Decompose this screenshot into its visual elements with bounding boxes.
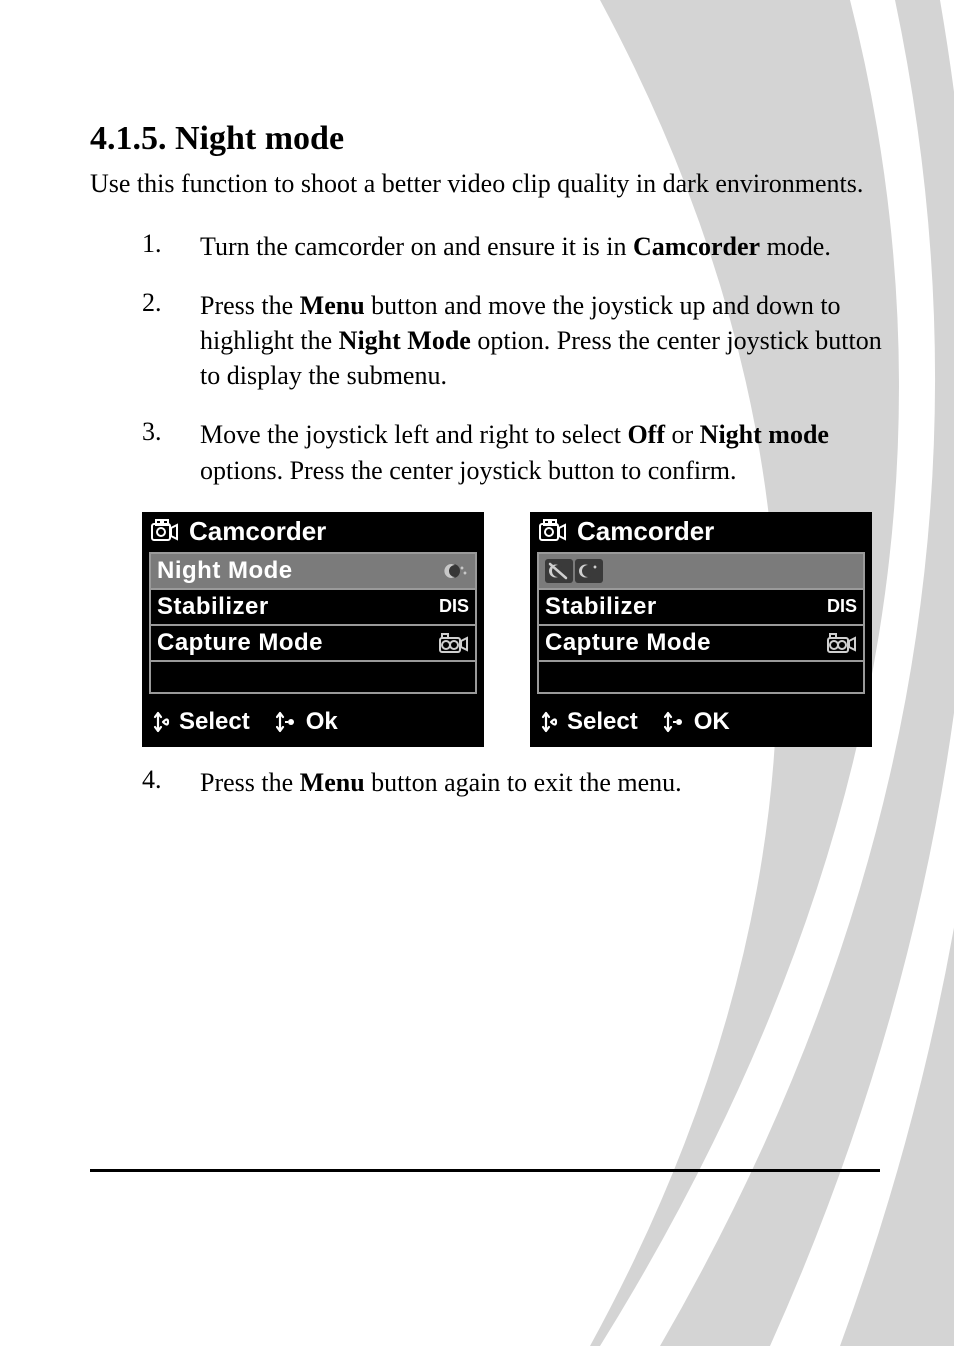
footer-ok-label: OK <box>694 708 730 736</box>
menu-item[interactable]: Capture Mode <box>539 626 863 662</box>
joystick-updown-icon <box>539 711 561 733</box>
night-mode-options <box>545 559 603 583</box>
menu-item-list: Night Mode Stabilizer DIS Capture Mode <box>149 552 477 694</box>
menu-item-list: Stabilizer DIS Capture Mode <box>537 552 865 694</box>
menu-item-label: Stabilizer <box>545 593 657 621</box>
menu-title-text: Camcorder <box>189 516 326 547</box>
menu-titlebar: Camcorder <box>531 513 871 552</box>
capture-mode-icon <box>827 632 857 654</box>
page-content: 4.1.5. Night mode Use this function to s… <box>90 120 890 824</box>
menu-titlebar: Camcorder <box>143 513 483 552</box>
intro-paragraph: Use this function to shoot a better vide… <box>90 166 890 201</box>
step-number: 2. <box>142 288 200 393</box>
step-3: 3. Move the joystick left and right to s… <box>142 417 890 487</box>
joystick-center-icon <box>664 711 688 733</box>
step-text: Press the Menu button again to exit the … <box>200 765 682 800</box>
step-number: 1. <box>142 229 200 264</box>
heading-number: 4.1.5. <box>90 120 167 157</box>
footer-select: Select <box>151 708 250 736</box>
menu-item-value: DIS <box>827 596 857 617</box>
joystick-updown-icon <box>151 711 173 733</box>
menu-item[interactable] <box>151 662 475 692</box>
menu-item-label: Night Mode <box>157 557 293 585</box>
footer-select-label: Select <box>179 708 250 736</box>
step-text: Move the joystick left and right to sele… <box>200 417 890 487</box>
step-list: 1. Turn the camcorder on and ensure it i… <box>142 229 890 488</box>
footer-ok: Ok <box>276 708 338 736</box>
step-text: Turn the camcorder on and ensure it is i… <box>200 229 831 264</box>
menu-item[interactable] <box>539 662 863 692</box>
capture-mode-icon <box>439 632 469 654</box>
camcorder-icon <box>151 519 179 543</box>
step-number: 3. <box>142 417 200 487</box>
menu-item-label: Stabilizer <box>157 593 269 621</box>
menu-item-label: Capture Mode <box>545 629 711 657</box>
footer-ok-label: Ok <box>306 708 338 736</box>
screenshot-row: Camcorder Night Mode Stabilizer DIS Captur… <box>142 512 890 747</box>
step-text: Press the Menu button and move the joyst… <box>200 288 890 393</box>
footer-rule <box>90 1169 880 1172</box>
menu-footer: Select Ok <box>143 700 483 746</box>
step-2: 2. Press the Menu button and move the jo… <box>142 288 890 393</box>
menu-item-value: DIS <box>439 596 469 617</box>
heading-title: Night mode <box>175 120 344 157</box>
menu-title-text: Camcorder <box>577 516 714 547</box>
step-number: 4. <box>142 765 200 800</box>
footer-ok: OK <box>664 708 730 736</box>
menu-footer: Select OK <box>531 700 871 746</box>
menu-item[interactable]: Stabilizer DIS <box>539 590 863 626</box>
night-on-icon <box>575 559 603 583</box>
camcorder-menu-right: Camcorder Stabilizer DIS Capture Mode <box>530 512 872 747</box>
menu-item[interactable]: Stabilizer DIS <box>151 590 475 626</box>
menu-item-label: Capture Mode <box>157 629 323 657</box>
night-mode-icon <box>443 560 469 582</box>
camcorder-icon <box>539 519 567 543</box>
step-1: 1. Turn the camcorder on and ensure it i… <box>142 229 890 264</box>
footer-select: Select <box>539 708 638 736</box>
step-4: 4. Press the Menu button again to exit t… <box>142 765 890 800</box>
menu-item[interactable] <box>539 554 863 590</box>
step-list-after: 4. Press the Menu button again to exit t… <box>142 765 890 800</box>
menu-item[interactable]: Night Mode <box>151 554 475 590</box>
night-off-icon <box>545 559 573 583</box>
section-heading: 4.1.5. Night mode <box>90 120 890 158</box>
joystick-center-icon <box>276 711 300 733</box>
camcorder-menu-left: Camcorder Night Mode Stabilizer DIS Captur… <box>142 512 484 747</box>
footer-select-label: Select <box>567 708 638 736</box>
menu-item[interactable]: Capture Mode <box>151 626 475 662</box>
